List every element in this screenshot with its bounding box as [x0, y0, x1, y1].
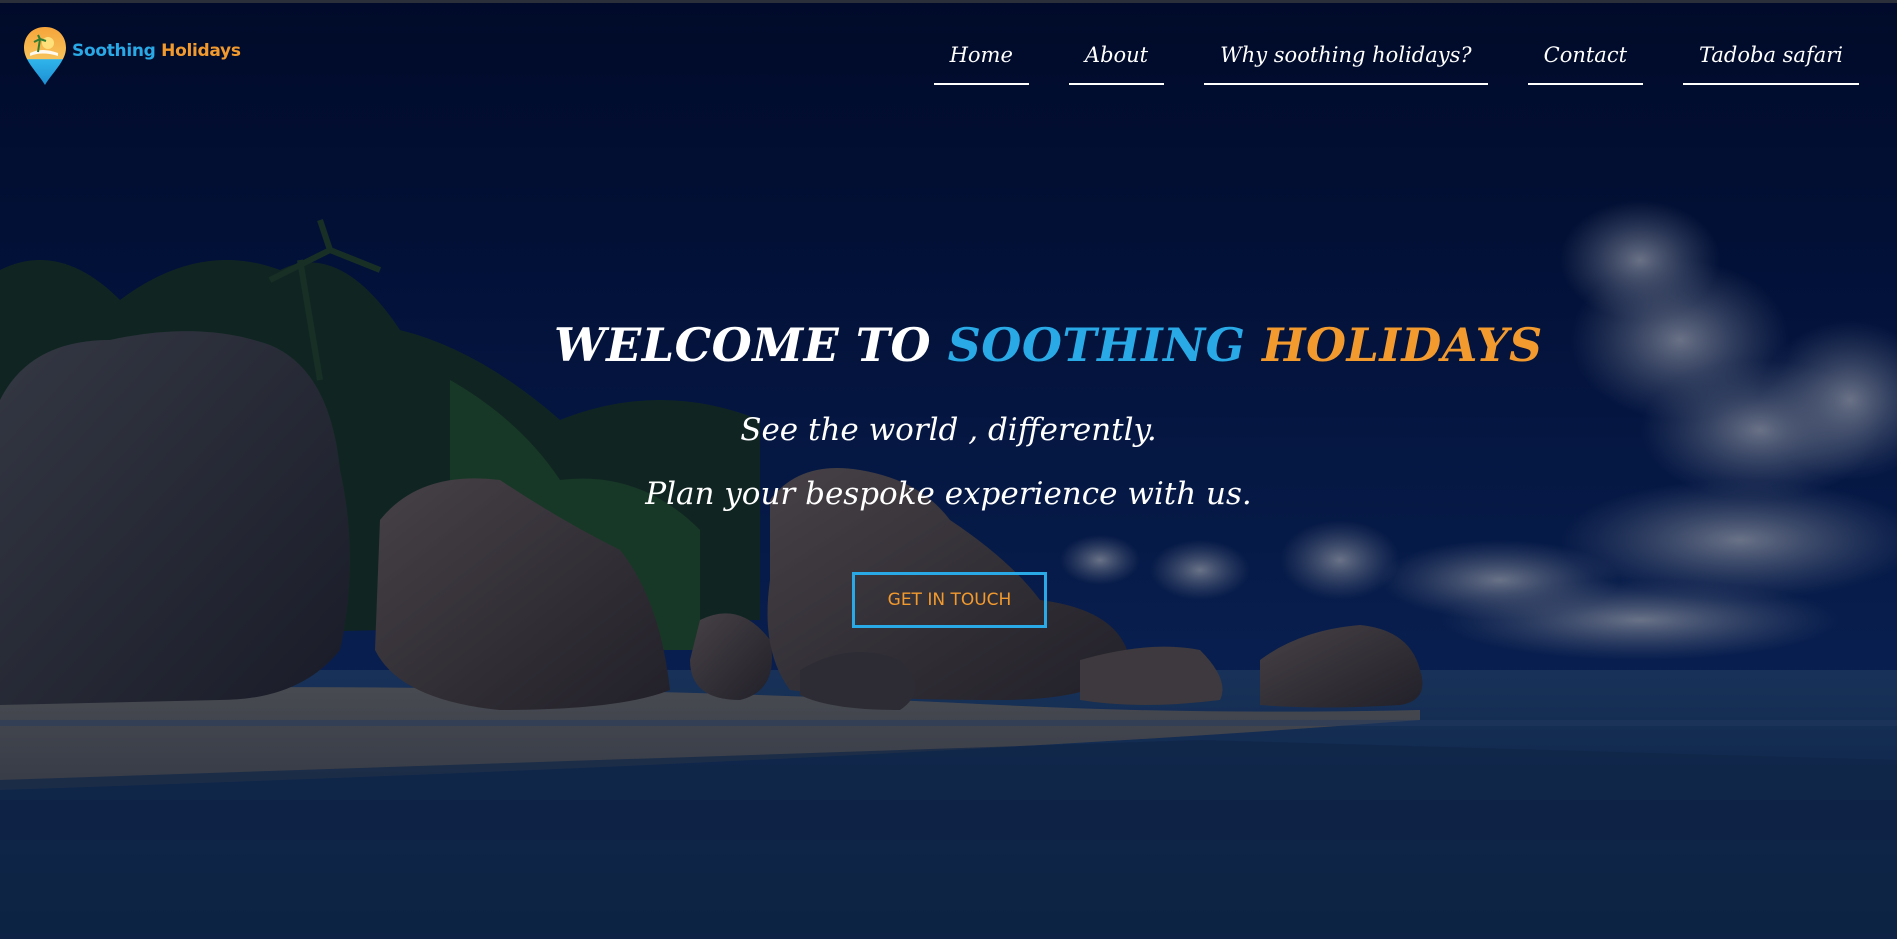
- top-border: [0, 0, 1897, 3]
- nav-item-tadoba-safari[interactable]: Tadoba safari: [1683, 33, 1859, 85]
- map-pin-beach-icon: [24, 27, 66, 85]
- hero-title-holidays: HOLIDAYS: [1261, 318, 1543, 372]
- page: Soothing Holidays Home About Why soothin…: [0, 0, 1897, 939]
- nav-item-about[interactable]: About: [1068, 33, 1165, 85]
- hero-title-welcome: WELCOME TO: [554, 318, 932, 372]
- nav-item-why-soothing-holidays[interactable]: Why soothing holidays?: [1204, 33, 1488, 85]
- site-header: Soothing Holidays Home About Why soothin…: [0, 3, 1897, 93]
- logo-word-holidays: Holidays: [161, 41, 241, 61]
- nav-item-contact[interactable]: Contact: [1527, 33, 1644, 85]
- main-nav: Home About Why soothing holidays? Contac…: [933, 33, 1859, 85]
- hero-subtitle-2: Plan your bespoke experience with us.: [645, 476, 1252, 512]
- logo-wordmark: Soothing Holidays: [72, 41, 241, 61]
- logo-word-soothing: Soothing: [72, 41, 156, 61]
- hero-subtitle-1: See the world , differently.: [740, 412, 1157, 448]
- hero-title: WELCOME TO SOOTHING HOLIDAYS: [554, 318, 1542, 372]
- get-in-touch-button[interactable]: GET IN TOUCH: [852, 572, 1047, 628]
- hero-overlay: [0, 0, 1897, 939]
- site-logo[interactable]: Soothing Holidays: [22, 25, 241, 87]
- nav-item-home[interactable]: Home: [933, 33, 1029, 85]
- hero-title-soothing: SOOTHING: [947, 318, 1246, 372]
